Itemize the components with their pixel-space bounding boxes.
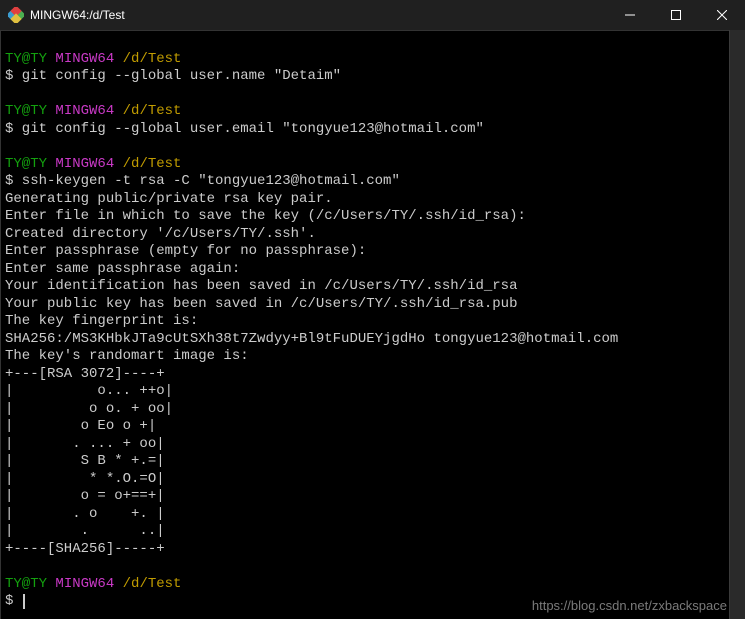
user-host: TY@TY [5,576,47,592]
title-bar: MINGW64:/d/Test [0,0,745,30]
env: MINGW64 [55,51,114,67]
env: MINGW64 [55,103,114,119]
output-line: | o Eo o +| [5,418,725,436]
prompt-line: TY@TY MINGW64 /d/Test [5,156,725,174]
output-line: | * *.O.=O| [5,471,725,489]
minimize-button[interactable] [607,0,653,30]
command-line: $ ssh-keygen -t rsa -C "tongyue123@hotma… [5,173,725,191]
output-line: The key's randomart image is: [5,348,725,366]
output-line: The key fingerprint is: [5,313,725,331]
blank-line [5,33,725,51]
output-line: Your public key has been saved in /c/Use… [5,296,725,314]
window-title: MINGW64:/d/Test [30,8,607,22]
command-line: $ git config --global user.email "tongyu… [5,121,725,139]
output-line: | o = o+==+| [5,488,725,506]
output-line: | S B * +.=| [5,453,725,471]
output-line: Your identification has been saved in /c… [5,278,725,296]
output-line: SHA256:/MS3KHbkJTa9cUtSXh38t7Zwdyy+Bl9tF… [5,331,725,349]
output-line: +---[RSA 3072]----+ [5,366,725,384]
user-host: TY@TY [5,51,47,67]
env: MINGW64 [55,576,114,592]
env: MINGW64 [55,156,114,172]
output-line: | . o +. | [5,506,725,524]
prompt-line: TY@TY MINGW64 /d/Test [5,103,725,121]
output-line: +----[SHA256]-----+ [5,541,725,559]
app-icon [8,7,24,23]
cwd: /d/Test [123,51,182,67]
output-line: | o... ++o| [5,383,725,401]
cwd: /d/Test [123,156,182,172]
output-line: Created directory '/c/Users/TY/.ssh'. [5,226,725,244]
prompt-line: TY@TY MINGW64 /d/Test [5,576,725,594]
output-line: Enter passphrase (empty for no passphras… [5,243,725,261]
cwd: /d/Test [123,576,182,592]
user-host: TY@TY [5,156,47,172]
user-host: TY@TY [5,103,47,119]
command-line: $ [5,593,725,611]
window-controls [607,0,745,30]
maximize-button[interactable] [653,0,699,30]
output-line: | . ... + oo| [5,436,725,454]
close-button[interactable] [699,0,745,30]
output-line: Generating public/private rsa key pair. [5,191,725,209]
output-line: Enter same passphrase again: [5,261,725,279]
blank-line [5,86,725,104]
command-line: $ git config --global user.name "Detaim" [5,68,725,86]
cwd: /d/Test [123,103,182,119]
blank-line [5,558,725,576]
output-line: | . ..| [5,523,725,541]
output-line: Enter file in which to save the key (/c/… [5,208,725,226]
output-line: | o o. + oo| [5,401,725,419]
blank-line [5,138,725,156]
terminal-output[interactable]: TY@TY MINGW64 /d/Test$ git config --glob… [0,30,729,619]
scrollbar[interactable] [729,30,745,619]
prompt-line: TY@TY MINGW64 /d/Test [5,51,725,69]
cursor [23,594,25,609]
